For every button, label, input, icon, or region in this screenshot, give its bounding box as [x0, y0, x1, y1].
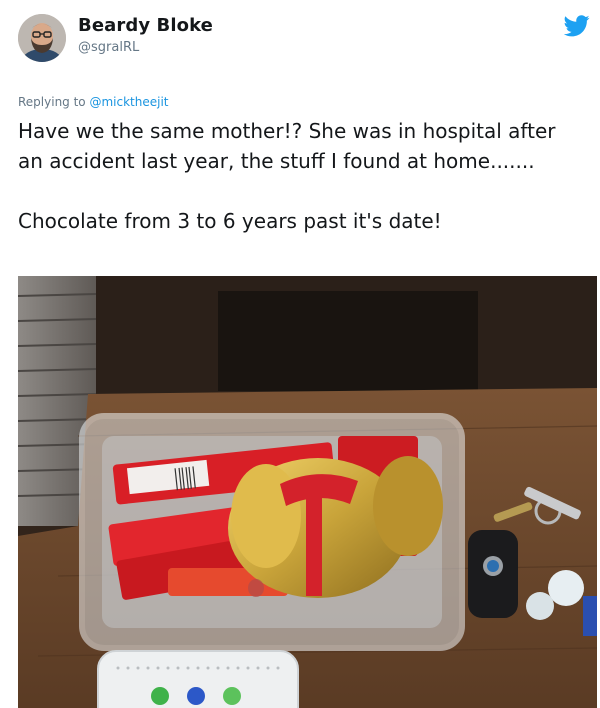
tweet-photo[interactable]: [18, 276, 597, 708]
twitter-bird-icon[interactable]: [563, 15, 590, 37]
reply-prefix: Replying to: [18, 95, 90, 109]
avatar-icon: [18, 14, 66, 62]
reply-mention-link[interactable]: @micktheejit: [89, 95, 168, 109]
display-name[interactable]: Beardy Bloke: [78, 15, 213, 36]
reply-context: Replying to @micktheejit: [18, 95, 169, 109]
photo-of-chocolate-in-plastic-tub: [18, 276, 597, 708]
tweet-card: Beardy Bloke @sgralRL Replying to @mickt…: [0, 0, 600, 708]
avatar[interactable]: [18, 14, 66, 62]
user-handle[interactable]: @sgralRL: [78, 40, 139, 55]
tweet-text: Have we the same mother!? She was in hos…: [18, 119, 556, 233]
